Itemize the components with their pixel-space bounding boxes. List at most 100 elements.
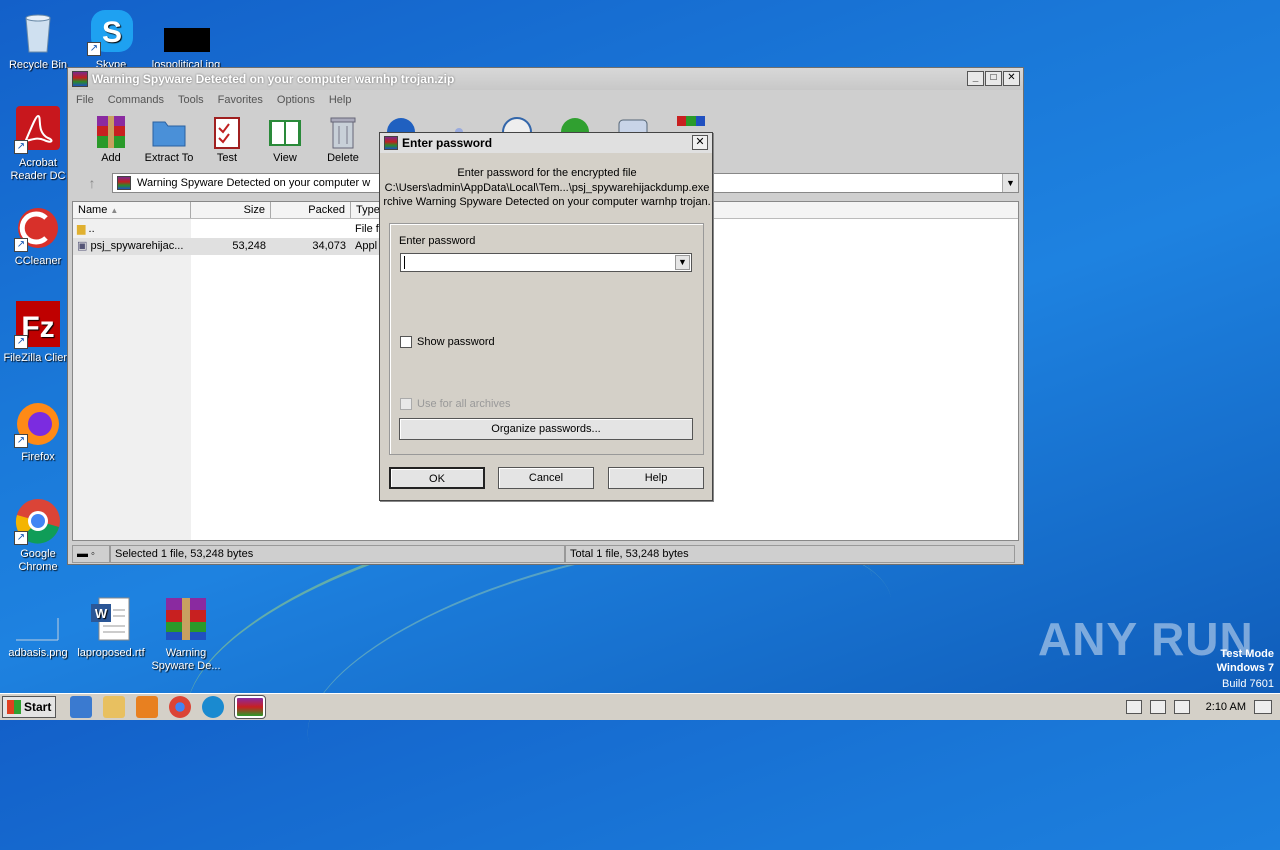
column-header-size[interactable]: Size <box>191 202 271 218</box>
password-input[interactable]: ▼ <box>400 253 692 272</box>
desktop-icon-label: Firefox <box>21 451 55 463</box>
clock[interactable]: 2:10 AM <box>1206 701 1246 713</box>
os-version-text: Windows 7 <box>1216 662 1274 674</box>
maximize-button[interactable]: □ <box>985 71 1002 86</box>
flag-icon[interactable] <box>1125 700 1142 714</box>
winrar-taskbar-icon[interactable] <box>234 695 266 719</box>
toolbar-label: Add <box>101 152 121 164</box>
desktop-icon-label: laproposed.rtf <box>77 647 145 659</box>
ccleaner-icon: ↗ <box>14 204 62 252</box>
menu-tools[interactable]: Tools <box>178 94 204 106</box>
dialog-title: Enter password <box>402 136 493 150</box>
toolbar-delete-button[interactable]: Delete <box>314 110 372 170</box>
network-icon[interactable] <box>1149 700 1166 714</box>
desktop-icon-filezilla[interactable]: Fz ↗ FileZilla Client <box>0 301 76 365</box>
file-size: 53,248 <box>232 240 266 252</box>
address-text: Warning Spyware Detected on your compute… <box>137 177 371 189</box>
cancel-button[interactable]: Cancel <box>498 467 594 489</box>
window-titlebar[interactable]: Warning Spyware Detected on your compute… <box>68 68 1023 90</box>
status-total: Total 1 file, 53,248 bytes <box>565 545 1015 563</box>
winrar-icon <box>72 71 88 87</box>
menu-options[interactable]: Options <box>277 94 315 106</box>
menu-favorites[interactable]: Favorites <box>218 94 263 106</box>
chevron-down-icon[interactable]: ▼ <box>675 255 690 270</box>
desktop-icon-label: Google Chrome <box>18 548 58 573</box>
svg-text:W: W <box>95 606 108 621</box>
exe-file-icon: ▣ <box>77 240 88 252</box>
toolbar-test-button[interactable]: Test <box>198 110 256 170</box>
status-selected: Selected 1 file, 53,248 bytes <box>110 545 565 563</box>
sort-ascending-icon: ▲ <box>110 206 119 215</box>
skype-icon: S ↗ <box>87 8 135 56</box>
filezilla-icon: Fz ↗ <box>14 301 62 349</box>
media-player-icon[interactable] <box>136 696 158 718</box>
column-header-name[interactable]: Name ▲ <box>73 202 191 218</box>
svg-text:S: S <box>102 16 122 49</box>
desktop-icon-firefox[interactable]: ↗ Firefox <box>0 400 76 464</box>
toolbar-label: Extract To <box>144 152 194 164</box>
show-desktop-icon[interactable] <box>1254 700 1272 714</box>
desktop-icon-label: Acrobat Reader DC <box>10 157 66 182</box>
file-name-cell: ▆ .. <box>73 221 191 238</box>
winrar-icon <box>384 136 398 150</box>
recycle-bin-icon <box>14 8 62 56</box>
edge-icon[interactable] <box>202 696 224 718</box>
taskbar: Start 2:10 AM <box>0 693 1280 720</box>
desktop-icon-acrobat[interactable]: ↗ Acrobat Reader DC <box>0 106 76 183</box>
column-header-packed[interactable]: Packed <box>271 202 351 218</box>
start-button[interactable]: Start <box>2 696 56 718</box>
window-controls: _ □ ✕ <box>967 71 1020 86</box>
desktop-icon-lospolitical[interactable]: lospolitical.jpg <box>148 8 224 69</box>
toolbar-label: Delete <box>327 152 359 164</box>
shortcut-arrow-icon: ↗ <box>87 42 101 56</box>
toolbar-view-button[interactable]: View <box>256 110 314 170</box>
trash-icon <box>325 114 361 150</box>
desktop-icon-ccleaner[interactable]: ↗ CCleaner <box>0 204 76 268</box>
use-for-all-checkbox[interactable] <box>400 398 412 410</box>
file-name: psj_spywarehijac... <box>90 240 184 252</box>
ie-icon[interactable] <box>70 696 92 718</box>
view-book-icon <box>267 114 303 150</box>
help-button[interactable]: Help <box>608 467 704 489</box>
toolbar-extract-button[interactable]: Extract To <box>140 110 198 170</box>
status-bar: ▬ ◦ Selected 1 file, 53,248 bytes Total … <box>68 544 1023 564</box>
chevron-down-icon[interactable]: ▼ <box>1002 174 1018 192</box>
menubar: File Commands Tools Favorites Options He… <box>68 90 1023 110</box>
dialog-message: Enter password for the encrypted file <box>457 167 637 179</box>
show-password-label[interactable]: Show password <box>417 336 495 348</box>
dialog-archive-name: rchive Warning Spyware Detected on your … <box>383 196 711 208</box>
menu-commands[interactable]: Commands <box>108 94 164 106</box>
desktop-icon-adbasis[interactable]: adbasis.png <box>0 596 76 660</box>
password-dialog[interactable]: Enter password ✕ Enter password for the … <box>379 132 713 501</box>
desktop-icon-laproposed[interactable]: W laproposed.rtf <box>73 596 149 660</box>
test-clipboard-icon <box>209 114 245 150</box>
dialog-titlebar[interactable]: Enter password <box>380 133 712 153</box>
organize-passwords-button[interactable]: Organize passwords... <box>399 418 693 440</box>
add-archive-icon <box>93 114 129 150</box>
desktop-icon-warning-archive[interactable]: Warning Spyware De... <box>148 596 224 673</box>
menu-file[interactable]: File <box>76 94 94 106</box>
ok-button[interactable]: OK <box>389 467 485 489</box>
explorer-icon[interactable] <box>103 696 125 718</box>
show-password-checkbox[interactable] <box>400 336 412 348</box>
toolbar-add-button[interactable]: Add <box>82 110 140 170</box>
window-title: Warning Spyware Detected on your compute… <box>92 72 455 86</box>
desktop-icon-chrome[interactable]: ↗ Google Chrome <box>0 497 76 574</box>
close-button[interactable]: ✕ <box>1003 71 1020 86</box>
menu-help[interactable]: Help <box>329 94 352 106</box>
desktop-icon-skype[interactable]: S ↗ Skype <box>73 8 149 69</box>
drive-icon[interactable]: ▬ ◦ <box>72 545 110 563</box>
image-file-icon <box>14 596 62 644</box>
test-mode-text: Test Mode <box>1220 648 1274 660</box>
desktop-icon-label: FileZilla Client <box>3 352 73 364</box>
up-arrow-icon[interactable]: ↑ <box>72 175 112 191</box>
minimize-button[interactable]: _ <box>967 71 984 86</box>
desktop-icon-recycle-bin[interactable]: Recycle Bin <box>0 8 76 72</box>
file-name: .. <box>88 223 95 235</box>
text-caret <box>404 256 405 269</box>
shortcut-arrow-icon: ↗ <box>14 335 28 349</box>
chrome-taskbar-icon[interactable] <box>169 696 191 718</box>
volume-icon[interactable] <box>1173 700 1190 714</box>
shortcut-arrow-icon: ↗ <box>14 238 28 252</box>
dialog-close-button[interactable]: ✕ <box>692 135 708 150</box>
